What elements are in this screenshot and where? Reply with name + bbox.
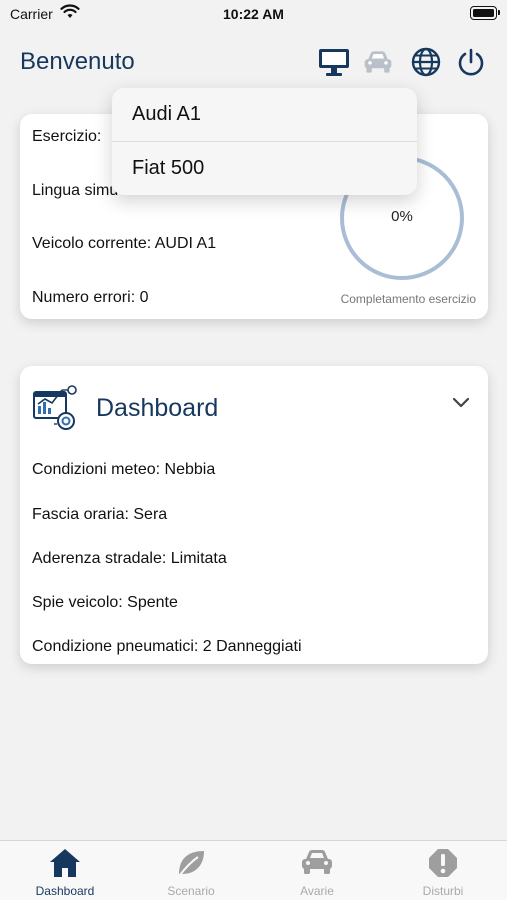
page-title: Benvenuto	[20, 48, 135, 75]
dashboard-analytics-icon	[32, 384, 80, 437]
status-bar: Carrier 10:22 AM	[0, 0, 507, 30]
chevron-down-icon[interactable]	[452, 396, 470, 414]
menu-item-audi-a1[interactable]: Audi A1	[112, 88, 417, 141]
progress-caption: Completamento esercizio	[340, 292, 476, 306]
current-vehicle-text: Veicolo corrente: AUDI A1	[32, 235, 217, 252]
menu-item-fiat-500[interactable]: Fiat 500	[112, 142, 417, 195]
battery-icon	[470, 6, 500, 20]
vehicle-lights-text: Spie veicolo: Spente	[32, 594, 178, 611]
vehicle-dropdown-menu: Audi A1 Fiat 500	[112, 88, 417, 195]
tyre-condition-text: Condizione pneumatici: 2 Danneggiati	[32, 638, 302, 655]
monitor-icon[interactable]	[318, 46, 350, 78]
error-count-text: Numero errori: 0	[32, 289, 149, 306]
road-grip-text: Aderenza stradale: Limitata	[32, 550, 227, 567]
car-icon	[254, 847, 380, 877]
dashboard-card: Dashboard Condizioni meteo: Nebbia Fasci…	[20, 366, 488, 664]
leaf-icon	[128, 847, 254, 879]
tab-label: Dashboard	[35, 884, 95, 898]
time-slot-text: Fascia oraria: Sera	[32, 506, 168, 523]
alert-icon	[380, 847, 506, 879]
progress-percentage: 0%	[391, 208, 413, 225]
tab-dashboard[interactable]: Dashboard	[2, 841, 128, 900]
tab-label: Scenario	[167, 884, 215, 898]
power-icon[interactable]	[455, 46, 487, 78]
tab-disturbi[interactable]: Disturbi	[380, 841, 506, 900]
home-icon	[2, 847, 128, 879]
header: Benvenuto	[0, 40, 507, 84]
tab-label: Avarie	[300, 884, 334, 898]
status-time: 10:22 AM	[223, 6, 284, 22]
tab-avarie[interactable]: Avarie	[254, 841, 380, 900]
language-label: Lingua simu	[32, 182, 119, 199]
dashboard-title: Dashboard	[96, 394, 219, 422]
tab-bar: Dashboard Scenario Avarie Disturbi	[0, 840, 507, 900]
globe-icon[interactable]	[410, 46, 442, 78]
tab-label: Disturbi	[422, 884, 464, 898]
weather-condition-text: Condizioni meteo: Nebbia	[32, 461, 216, 478]
exercise-label: Esercizio:	[32, 128, 102, 145]
car-icon[interactable]	[362, 46, 394, 78]
tab-scenario[interactable]: Scenario	[128, 841, 254, 900]
